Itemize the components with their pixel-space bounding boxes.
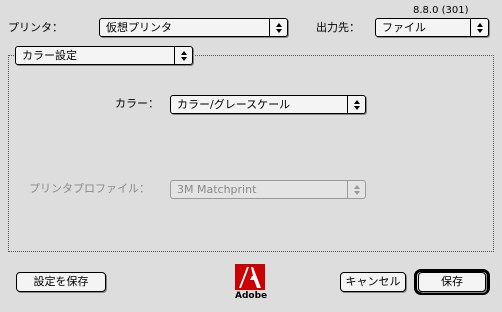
cancel-button[interactable]: キャンセル (340, 272, 406, 292)
popup-arrows-icon (347, 96, 365, 113)
panel-selector-popup[interactable]: カラー設定 (15, 46, 193, 65)
popup-arrows-icon (347, 181, 365, 198)
printer-label: プリンタ： (8, 21, 63, 34)
save-settings-button[interactable]: 設定を保存 (16, 272, 106, 292)
adobe-logo: ® Adobe (235, 264, 268, 302)
printer-popup[interactable]: 仮想プリンタ (99, 18, 288, 37)
adobe-wordmark: Adobe (235, 291, 268, 301)
destination-label: 出力先： (316, 21, 360, 34)
svg-text:®: ® (261, 266, 265, 273)
destination-popup-value: ファイル (382, 21, 426, 34)
printer-popup-value: 仮想プリンタ (106, 21, 172, 34)
popup-arrows-icon (269, 19, 287, 36)
save-button[interactable]: 保存 (418, 272, 486, 292)
popup-arrows-icon (174, 47, 192, 64)
printer-profile-popup: 3M Matchprint (170, 180, 366, 199)
printer-profile-value: 3M Matchprint (177, 183, 257, 196)
settings-groupbox (8, 55, 494, 252)
color-popup-value: カラー/グレースケール (177, 98, 291, 111)
popup-arrows-icon (470, 19, 488, 36)
destination-popup[interactable]: ファイル (375, 18, 489, 37)
color-label: カラー： (115, 97, 159, 110)
printer-profile-label: プリンタプロファイル： (29, 182, 150, 195)
panel-selector-value: カラー設定 (22, 49, 77, 62)
version-label: 8.8.0 (301) (413, 5, 469, 16)
color-popup[interactable]: カラー/グレースケール (170, 95, 366, 114)
